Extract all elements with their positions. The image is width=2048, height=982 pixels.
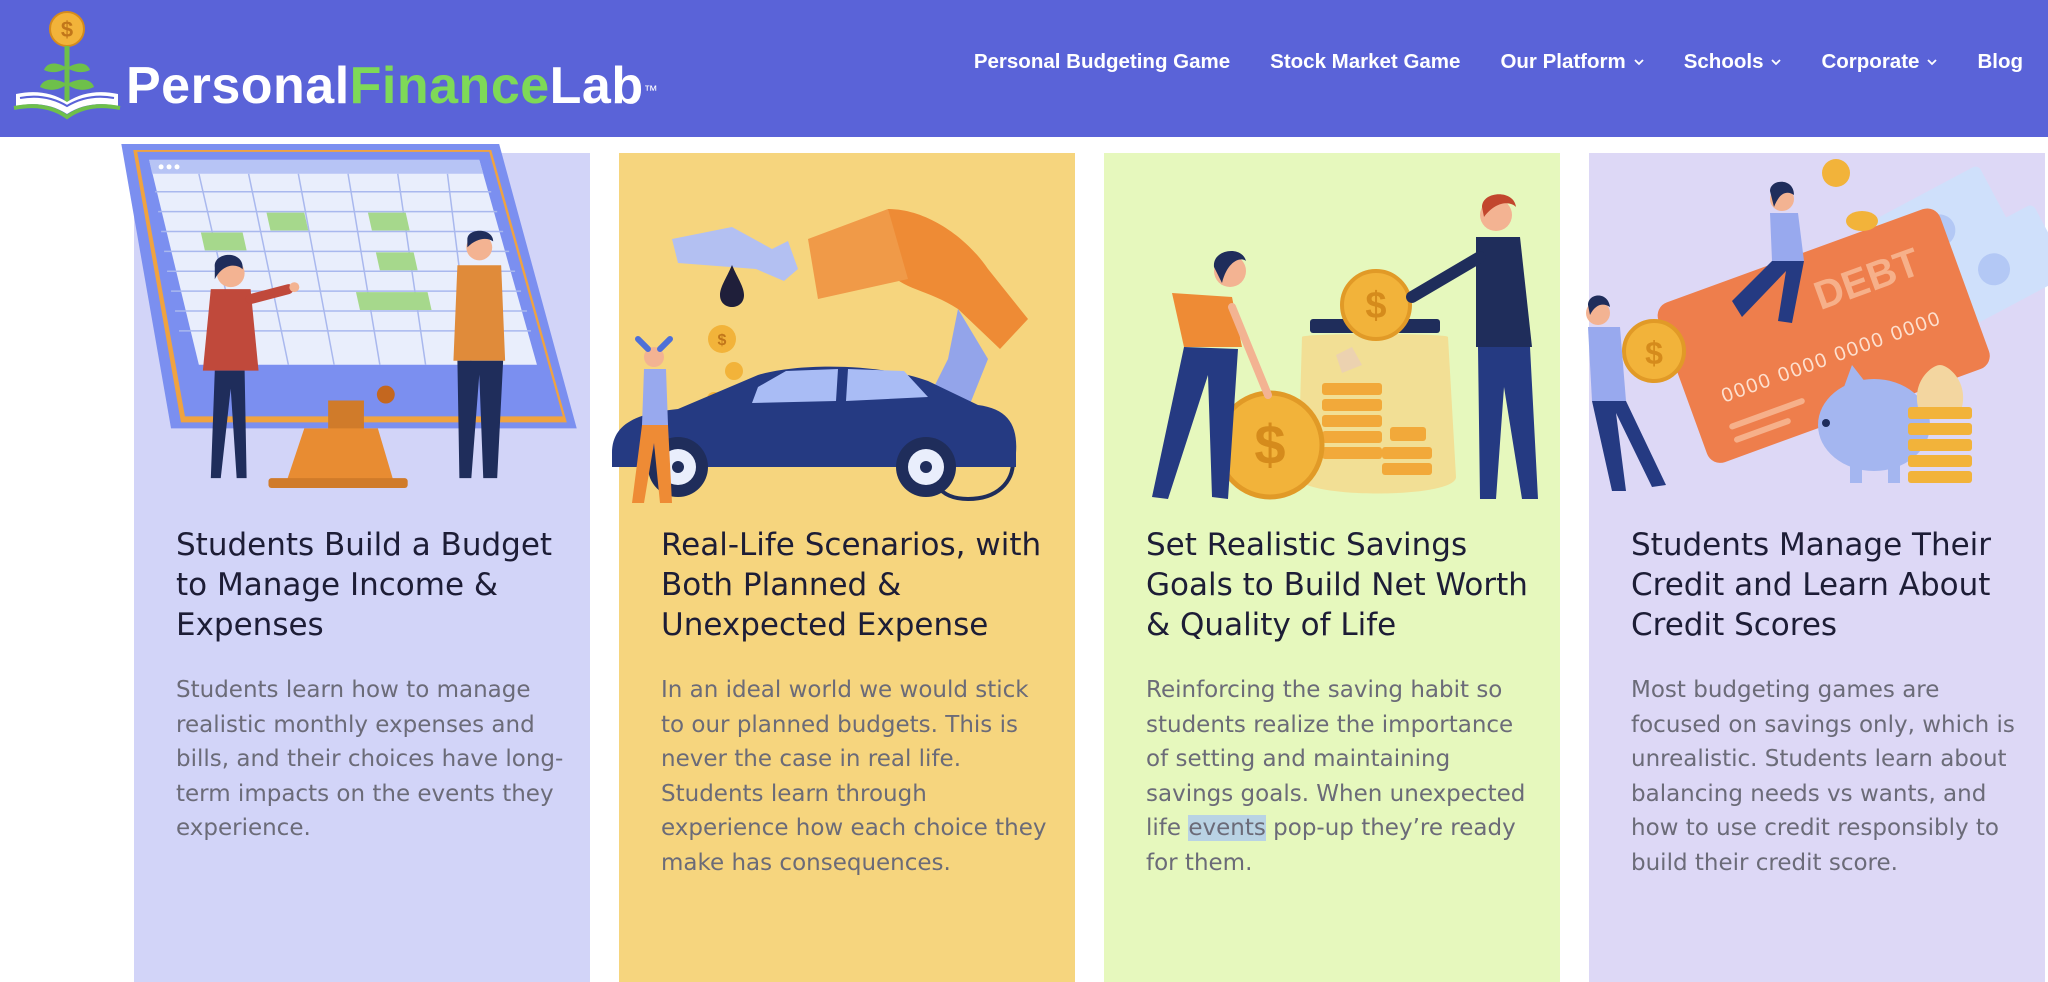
card-title: Real-Life Scenarios, with Both Planned &… <box>661 527 1042 643</box>
main-nav: Personal Budgeting Game Stock Market Gam… <box>954 42 2043 82</box>
debt-credit-card-illustration: DEBT 0000 0000 0000 0000 $ <box>1586 159 2048 491</box>
nav-our-platform[interactable]: Our Platform <box>1480 50 1663 74</box>
chevron-down-icon <box>1634 59 1644 66</box>
fuel-pump-car-illustration: $ <box>612 209 1028 503</box>
budget-spreadsheet-illustration <box>121 143 577 489</box>
savings-jar-coins-illustration: $ $ <box>1152 194 1538 500</box>
selected-text-highlight: events <box>1188 815 1266 841</box>
nav-blog[interactable]: Blog <box>1957 50 2043 74</box>
card-title: Students Build a Budget to Manage Income… <box>176 527 553 643</box>
site-header: $ PersonalFinanceLab™ Personal Budgeting… <box>0 0 2048 137</box>
nav-stock-market-game[interactable]: Stock Market Game <box>1250 50 1480 74</box>
nav-personal-budgeting-game[interactable]: Personal Budgeting Game <box>954 50 1250 74</box>
card-description: Students learn how to manage realistic m… <box>176 677 564 841</box>
chevron-down-icon <box>1771 59 1782 66</box>
card-title: Set Realistic Savings Goals to Build Net… <box>1146 527 1528 643</box>
card-description: In an ideal world we would stick to our … <box>661 677 1047 876</box>
card-title: Students Manage Their Credit and Learn A… <box>1631 527 1992 643</box>
card-description: Most budgeting games are focused on savi… <box>1631 677 2015 876</box>
svg-text:$: $ <box>61 17 73 42</box>
chevron-down-icon <box>1927 59 1938 66</box>
card-description: Reinforcing the saving habit so students… <box>1146 677 1526 876</box>
nav-schools[interactable]: Schools <box>1664 50 1802 74</box>
personal-finance-lab-logo[interactable]: $ PersonalFinanceLab™ <box>12 10 658 120</box>
nav-corporate[interactable]: Corporate <box>1801 50 1957 74</box>
svg-text:$: $ <box>1365 285 1386 327</box>
logo-wordmark: PersonalFinanceLab™ <box>126 57 659 115</box>
svg-text:$: $ <box>1254 413 1285 476</box>
svg-text:$: $ <box>1645 335 1663 371</box>
plant-book-icon: $ <box>13 11 121 120</box>
svg-text:$: $ <box>718 332 727 349</box>
